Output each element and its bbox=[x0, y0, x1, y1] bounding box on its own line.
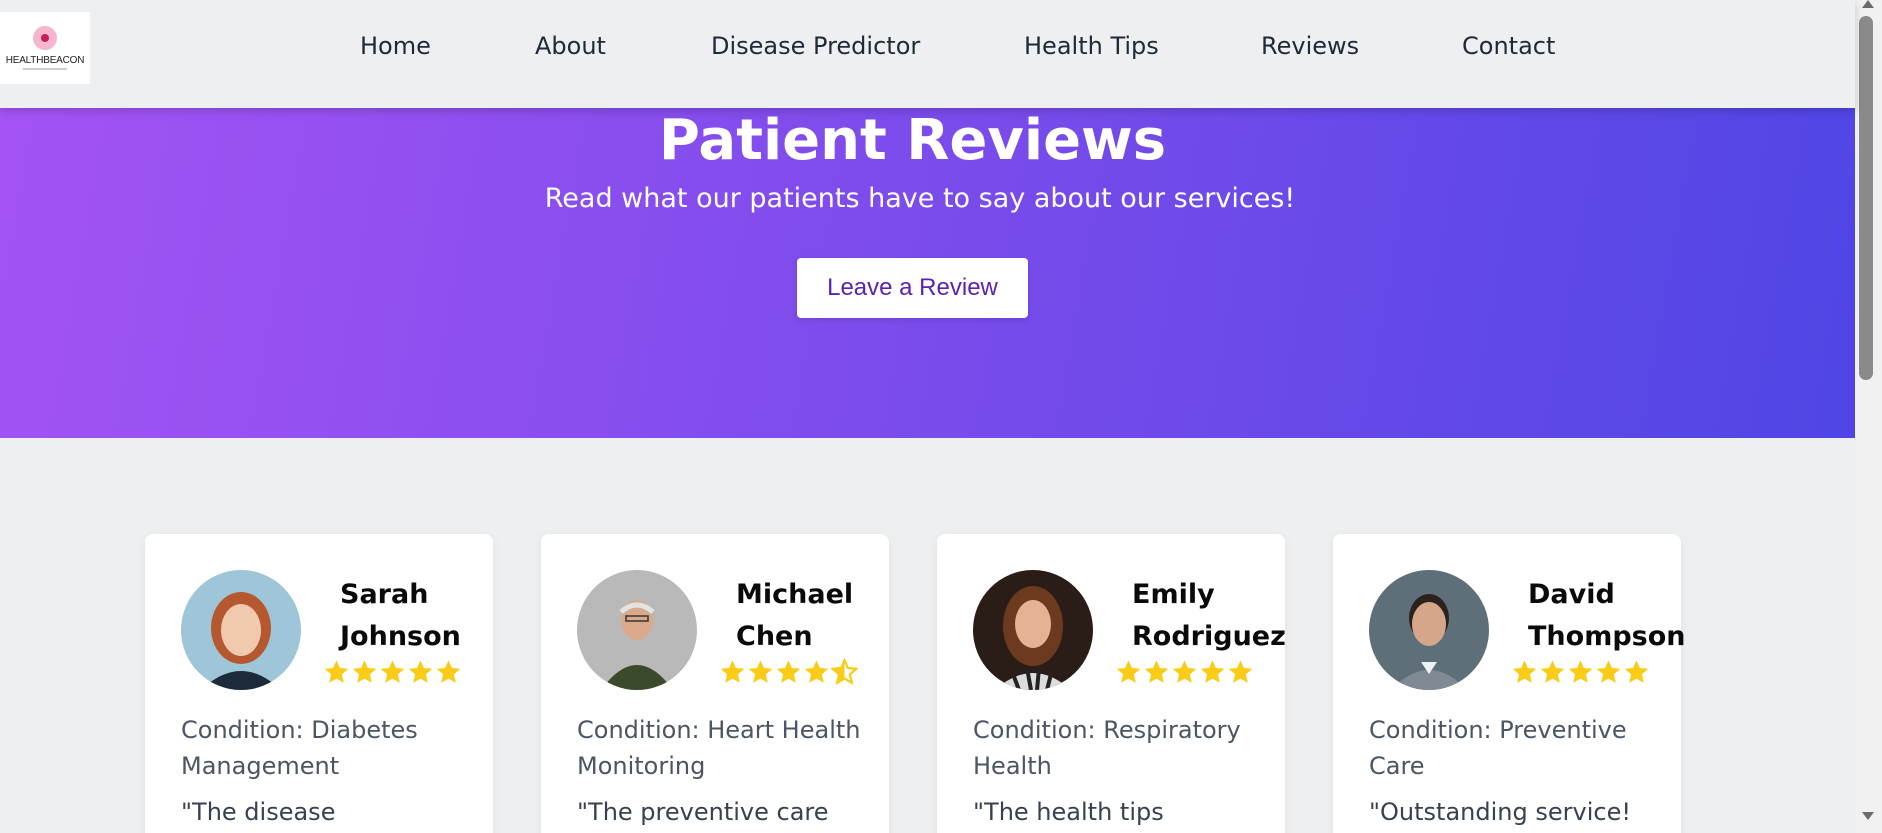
star-icon bbox=[1228, 660, 1253, 683]
star-icon bbox=[1596, 660, 1621, 683]
star-icon bbox=[436, 660, 461, 683]
rating-stars bbox=[1115, 658, 1255, 688]
reviewer-condition: Condition: Respiratory Health bbox=[973, 716, 1241, 780]
nav-health-tips[interactable]: Health Tips bbox=[1024, 32, 1159, 60]
star-icon bbox=[1568, 660, 1593, 683]
logo-text: HEALTHBEACON bbox=[5, 55, 85, 66]
beacon-icon bbox=[33, 26, 57, 50]
navbar: HEALTHBEACON Home About Disease Predicto… bbox=[0, 0, 1855, 108]
reviewer-name: David Thompson bbox=[1528, 579, 1686, 652]
leave-review-button[interactable]: Leave a Review bbox=[797, 258, 1028, 318]
scrollbar-thumb[interactable] bbox=[1859, 16, 1873, 380]
avatar bbox=[973, 570, 1093, 690]
logo-tagline bbox=[23, 68, 67, 70]
star-icon bbox=[352, 660, 377, 683]
nav-home[interactable]: Home bbox=[360, 32, 431, 60]
review-card: Emily Rodriguez Condition: Respiratory H… bbox=[937, 534, 1286, 833]
star-half-icon bbox=[831, 658, 858, 685]
star-icon bbox=[720, 660, 745, 683]
avatar bbox=[577, 570, 697, 690]
review-quote: "The health tips bbox=[973, 798, 1164, 826]
rating-stars bbox=[1511, 658, 1651, 688]
star-icon bbox=[1116, 660, 1141, 683]
star-icon bbox=[1512, 660, 1537, 683]
star-icon bbox=[1624, 660, 1649, 683]
scroll-up-icon[interactable] bbox=[1862, 0, 1874, 8]
star-icon bbox=[380, 660, 405, 683]
review-quote: "Outstanding service! bbox=[1369, 798, 1631, 826]
reviewer-name: Sarah Johnson bbox=[340, 579, 461, 652]
review-card: Sarah Johnson Condition: Diabetes Manage… bbox=[145, 534, 493, 833]
star-icon bbox=[776, 660, 801, 683]
logo[interactable]: HEALTHBEACON bbox=[0, 12, 90, 84]
avatar bbox=[1369, 570, 1489, 690]
reviewer-condition: Condition: Diabetes Management bbox=[181, 716, 418, 780]
hero-subtitle: Read what our patients have to say about… bbox=[544, 183, 1296, 214]
star-icon bbox=[324, 660, 349, 683]
page-title: Patient Reviews bbox=[658, 108, 1167, 173]
nav-about[interactable]: About bbox=[535, 32, 606, 60]
avatar bbox=[181, 570, 301, 690]
star-icon bbox=[1200, 660, 1225, 683]
nav-disease-predictor[interactable]: Disease Predictor bbox=[711, 32, 920, 60]
reviewer-name: Emily Rodriguez bbox=[1132, 579, 1286, 652]
nav-contact[interactable]: Contact bbox=[1462, 32, 1555, 60]
nav-reviews[interactable]: Reviews bbox=[1261, 32, 1359, 60]
review-card: David Thompson Condition: Preventive Car… bbox=[1333, 534, 1686, 833]
rating-stars bbox=[323, 658, 463, 688]
review-quote: "The disease bbox=[181, 798, 336, 826]
rating-stars bbox=[719, 658, 859, 688]
page-scrollbar[interactable] bbox=[1855, 0, 1882, 833]
hero-section: Patient Reviews Read what our patients h… bbox=[0, 108, 1855, 438]
reviewer-name: Michael Chen bbox=[736, 579, 854, 652]
star-icon bbox=[1144, 660, 1169, 683]
star-icon bbox=[804, 660, 829, 683]
review-quote: "The preventive care bbox=[577, 798, 829, 826]
reviewer-condition: Condition: Heart Health Monitoring bbox=[577, 716, 861, 780]
star-icon bbox=[408, 660, 433, 683]
star-icon bbox=[1540, 660, 1565, 683]
scroll-down-icon[interactable] bbox=[1862, 812, 1874, 820]
star-icon bbox=[1172, 660, 1197, 683]
star-icon bbox=[748, 660, 773, 683]
reviewer-condition: Condition: Preventive Care bbox=[1369, 716, 1627, 780]
review-card: Michael Chen Condition: Heart Health Mon… bbox=[541, 534, 889, 833]
